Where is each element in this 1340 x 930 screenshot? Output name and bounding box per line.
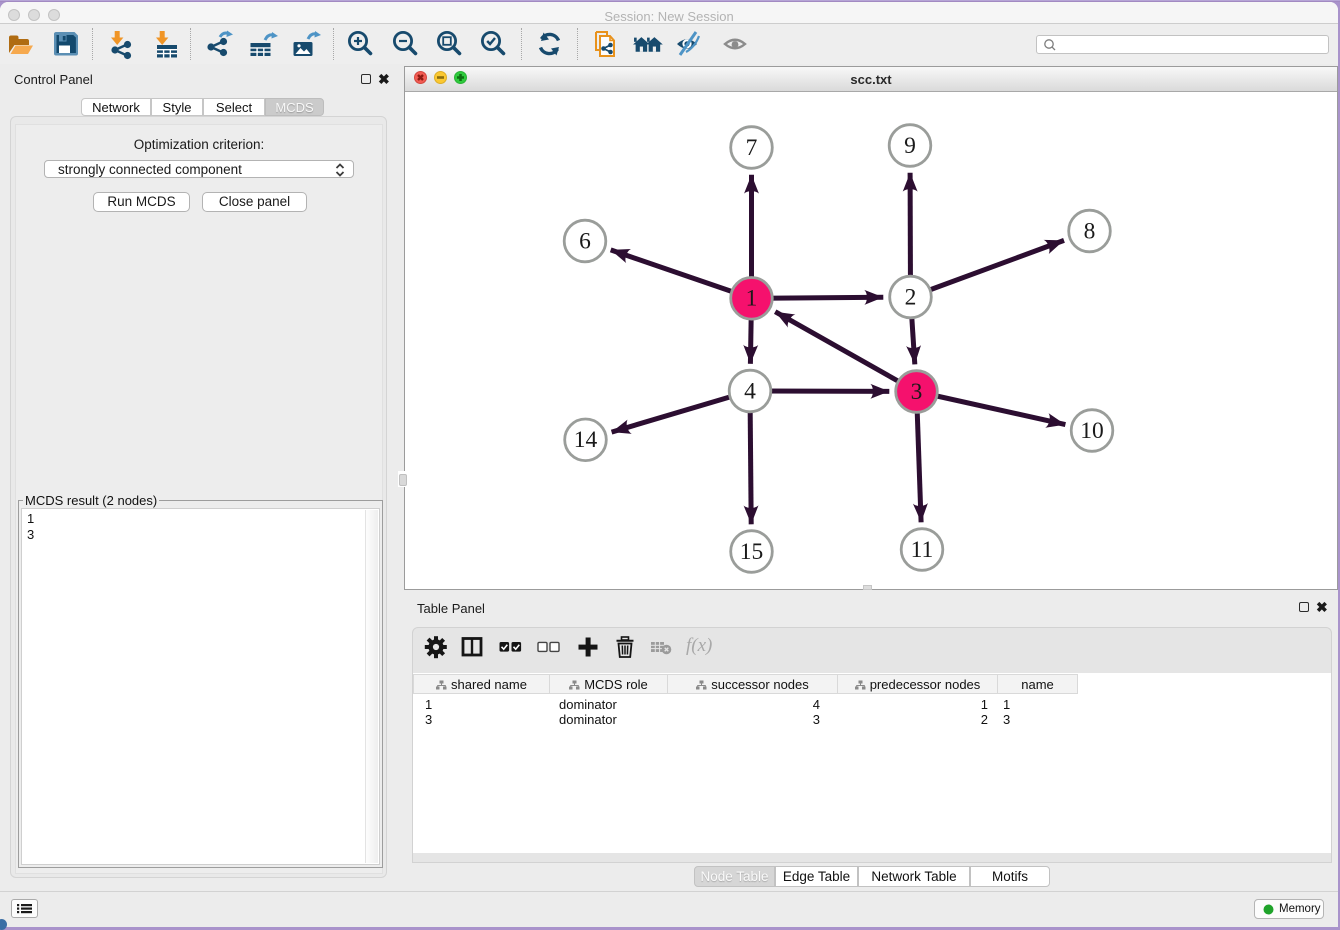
- svg-text:15: 15: [740, 539, 764, 565]
- svg-text:11: 11: [911, 537, 934, 563]
- svg-text:6: 6: [579, 228, 591, 254]
- svg-text:10: 10: [1080, 418, 1104, 444]
- svg-text:14: 14: [574, 427, 598, 453]
- svg-text:3: 3: [911, 379, 923, 405]
- svg-text:1: 1: [746, 286, 758, 312]
- svg-text:4: 4: [744, 378, 756, 404]
- svg-text:9: 9: [904, 133, 916, 159]
- svg-text:2: 2: [905, 284, 917, 310]
- svg-text:8: 8: [1084, 218, 1096, 244]
- svg-text:7: 7: [746, 135, 758, 161]
